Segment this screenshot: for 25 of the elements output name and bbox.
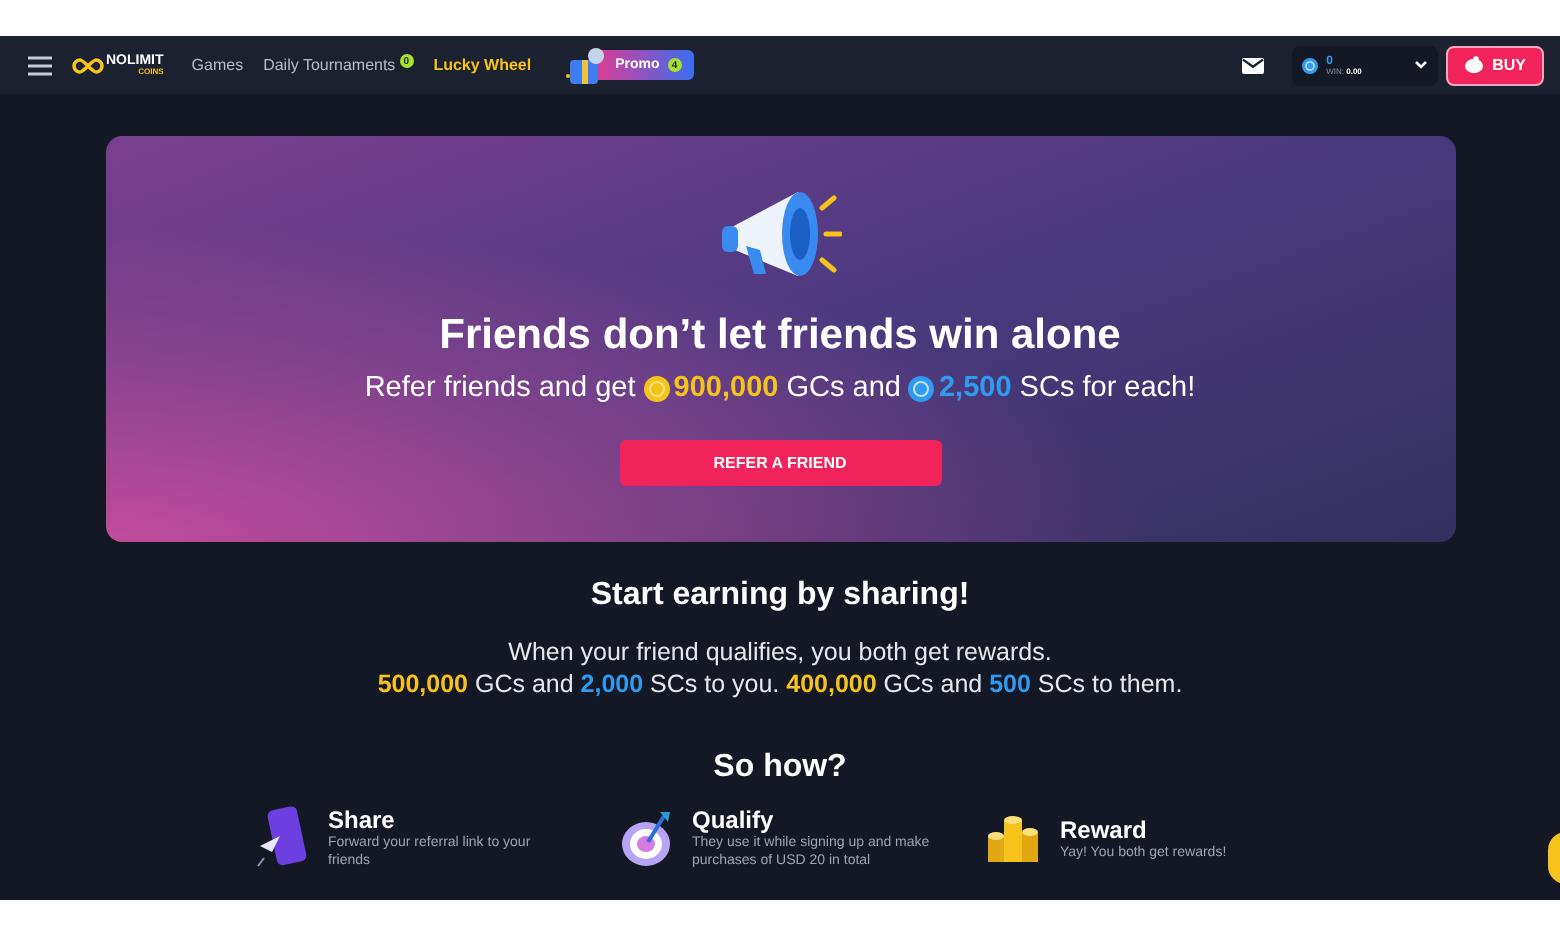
infinity-icon <box>72 57 104 73</box>
menu-icon[interactable] <box>28 55 52 75</box>
coin-icon <box>1302 57 1319 73</box>
step-title: Share <box>328 806 397 834</box>
refer-button[interactable]: REFER A FRIEND <box>619 440 941 486</box>
coin-stacks-icon <box>984 812 1044 865</box>
piggy-bank-icon <box>1464 56 1485 74</box>
nav-link[interactable]: Lucky Wheel <box>433 56 532 74</box>
coin-icon <box>643 375 670 401</box>
gift-icon <box>563 45 608 85</box>
target-icon <box>620 808 676 869</box>
section-title: Start earning by sharing! <box>590 578 970 614</box>
sweeps-coin-icon <box>908 375 935 401</box>
nav-link[interactable]: Games <box>191 56 244 74</box>
step-title: Qualify <box>692 806 776 834</box>
chevron-down-icon <box>1414 60 1429 70</box>
mail-icon[interactable] <box>1242 57 1265 73</box>
phone-icon <box>256 806 312 871</box>
step-title: Reward <box>1060 815 1149 844</box>
buy-button[interactable]: BUY <box>1446 45 1544 85</box>
hero-subtitle: Refer friends and get 900,000 GCs and 2,500 SCs for each! <box>364 372 1196 404</box>
hero-title: Friends don’t let friends win alone <box>439 312 1121 360</box>
section-title: So how? <box>713 750 847 786</box>
rewards-text: When your friend qualifies, you both get rewards. <box>508 638 1052 666</box>
rewards-amounts: 500,000 GCs and 2,000 SCs to you. 400,000 GCs and 500 SCs to them. <box>377 670 1183 698</box>
